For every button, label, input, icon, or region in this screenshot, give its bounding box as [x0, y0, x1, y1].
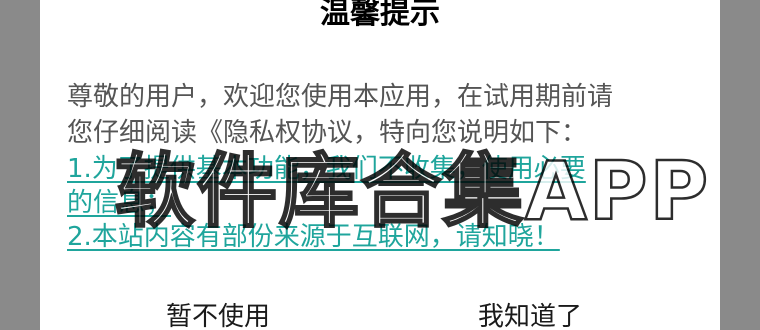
- intro-text-line-2: 您仔细阅读《隐私权协议，特向您说明如下：: [67, 118, 588, 148]
- privacy-dialog: 温馨提示 尊敬的用户，欢迎您使用本应用，在试用期前请 您仔细阅读《隐私权协议，特…: [40, 0, 720, 330]
- privacy-item-2[interactable]: 2.本站内容有部份来源于互联网，请知晓！: [67, 216, 560, 253]
- privacy-item-1-line-2[interactable]: 的信息；: [67, 182, 171, 219]
- privacy-item-1-line-1[interactable]: 1.为了提供基本功能，我们不收集，使用必要: [67, 148, 586, 185]
- intro-text-line-1: 尊敬的用户，欢迎您使用本应用，在试用期前请: [67, 82, 614, 112]
- accept-button[interactable]: 我知道了: [478, 296, 582, 330]
- dialog-title: 温馨提示: [320, 0, 440, 31]
- decline-button[interactable]: 暂不使用: [166, 296, 270, 330]
